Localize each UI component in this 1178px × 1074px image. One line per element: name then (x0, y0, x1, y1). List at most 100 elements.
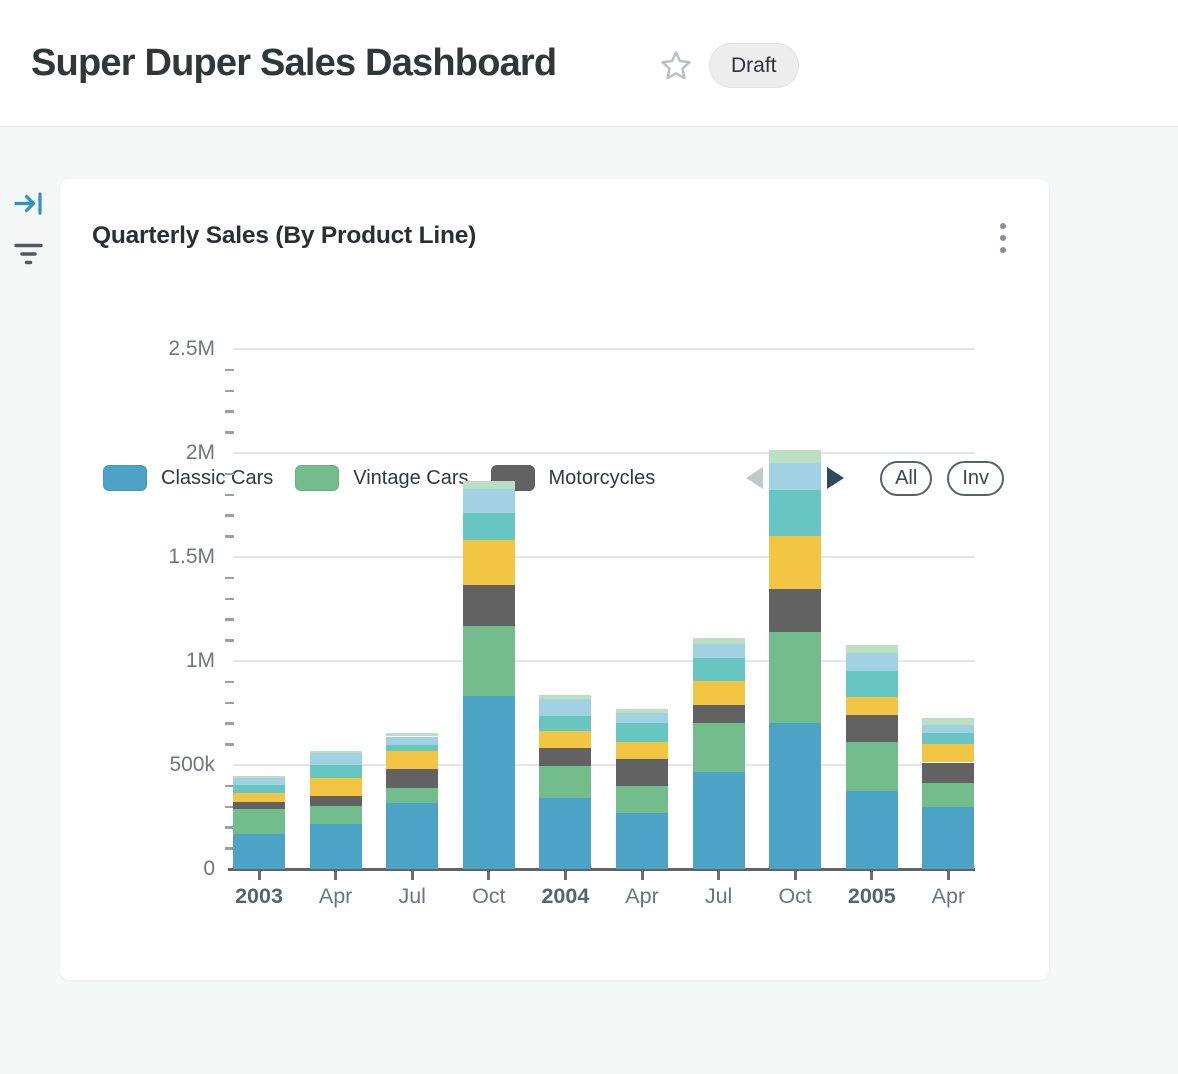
bar-segment[interactable] (616, 709, 668, 712)
x-axis-tick (411, 871, 414, 880)
arrow-bar-to-right-icon[interactable] (13, 190, 44, 222)
bar-segment[interactable] (539, 695, 591, 699)
bar-segment[interactable] (922, 718, 974, 725)
bar-segment[interactable] (616, 759, 668, 786)
y-axis-minor-tick (225, 369, 234, 372)
bar-segment[interactable] (769, 589, 821, 632)
bar-segment[interactable] (693, 705, 745, 723)
bar-segment[interactable] (310, 765, 362, 778)
filter-lines-icon[interactable] (13, 241, 44, 272)
y-gridline (233, 556, 975, 558)
x-axis-tick (334, 871, 337, 880)
bar-segment[interactable] (693, 772, 745, 869)
y-gridline (233, 348, 975, 350)
bar-segment[interactable] (769, 450, 821, 463)
bar-segment[interactable] (693, 658, 745, 681)
y-axis-minor-tick (225, 514, 234, 517)
bar-segment[interactable] (310, 796, 362, 806)
bar-segment[interactable] (769, 632, 821, 724)
bar-segment[interactable] (769, 463, 821, 490)
bar-segment[interactable] (233, 834, 285, 869)
y-gridline (233, 452, 975, 454)
y-axis-minor-tick (225, 410, 234, 413)
bar-segment[interactable] (310, 824, 362, 869)
bar-segment[interactable] (233, 778, 285, 786)
bar-segment[interactable] (539, 748, 591, 766)
bar-segment[interactable] (846, 645, 898, 653)
bar-segment[interactable] (922, 744, 974, 762)
bar-segment[interactable] (616, 786, 668, 813)
bar-segment[interactable] (386, 803, 438, 869)
bar-segment[interactable] (463, 585, 515, 626)
y-axis-minor-tick (225, 618, 234, 621)
bar-segment[interactable] (386, 745, 438, 751)
x-axis-tick (641, 871, 644, 880)
bar-segment[interactable] (233, 785, 285, 792)
bar-segment[interactable] (233, 793, 285, 802)
bar-segment[interactable] (539, 766, 591, 798)
bar-segment[interactable] (233, 809, 285, 833)
bar-segment[interactable] (539, 716, 591, 731)
x-axis-tick (794, 871, 797, 880)
bar-segment[interactable] (616, 813, 668, 869)
x-axis-tick (870, 871, 873, 880)
bar-segment[interactable] (846, 671, 898, 697)
bar-segment[interactable] (386, 751, 438, 769)
bar-segment[interactable] (310, 753, 362, 765)
y-axis-minor-tick (225, 577, 234, 580)
bar-segment[interactable] (693, 723, 745, 772)
bar-segment[interactable] (233, 776, 285, 778)
bar-segment[interactable] (922, 807, 974, 869)
bar-segment[interactable] (463, 696, 515, 869)
y-axis-minor-tick (225, 494, 234, 497)
bar-segment[interactable] (922, 763, 974, 784)
bar-segment[interactable] (846, 697, 898, 715)
bar-segment[interactable] (310, 806, 362, 825)
bar-segment[interactable] (693, 638, 745, 645)
bar-segment[interactable] (846, 653, 898, 671)
star-icon[interactable] (659, 49, 693, 83)
x-axis-tick (258, 871, 261, 880)
bar-segment[interactable] (616, 742, 668, 759)
bar-segment[interactable] (386, 769, 438, 788)
x-axis-tick (487, 871, 490, 880)
bar-segment[interactable] (922, 733, 974, 744)
bar-segment[interactable] (463, 626, 515, 697)
status-badge: Draft (709, 43, 799, 88)
y-axis-minor-tick (225, 431, 234, 434)
bar-segment[interactable] (846, 715, 898, 742)
bar-segment[interactable] (846, 742, 898, 791)
bar-segment[interactable] (539, 731, 591, 748)
bar-segment[interactable] (769, 490, 821, 536)
y-axis-minor-tick (225, 681, 234, 684)
bar-segment[interactable] (310, 751, 362, 753)
bar-segment[interactable] (386, 733, 438, 736)
bar-segment[interactable] (693, 681, 745, 705)
bar-segment[interactable] (922, 725, 974, 733)
chart-card: Quarterly Sales (By Product Line) Classi… (60, 179, 1049, 980)
bar-segment[interactable] (616, 713, 668, 723)
bar-segment[interactable] (463, 481, 515, 489)
bar-segment[interactable] (922, 783, 974, 807)
y-axis-minor-tick (225, 743, 234, 746)
bar-segment[interactable] (463, 489, 515, 513)
y-axis-minor-tick (225, 473, 234, 476)
bar-segment[interactable] (616, 723, 668, 743)
bar-segment[interactable] (386, 788, 438, 804)
y-axis-minor-tick (225, 702, 234, 705)
bar-segment[interactable] (233, 802, 285, 809)
bar-segment[interactable] (769, 723, 821, 869)
bar-segment[interactable] (769, 536, 821, 589)
x-axis-tick (564, 871, 567, 880)
bar-segment[interactable] (463, 513, 515, 540)
y-axis-tick-label: 0 (95, 857, 215, 881)
bar-segment[interactable] (463, 540, 515, 585)
bar-segment[interactable] (539, 798, 591, 869)
bar-segment[interactable] (386, 737, 438, 745)
y-axis-tick-label: 2M (95, 441, 215, 465)
bar-segment[interactable] (310, 778, 362, 796)
bar-segment[interactable] (693, 644, 745, 658)
y-axis-minor-tick (225, 639, 234, 642)
bar-segment[interactable] (846, 791, 898, 869)
bar-segment[interactable] (539, 699, 591, 716)
